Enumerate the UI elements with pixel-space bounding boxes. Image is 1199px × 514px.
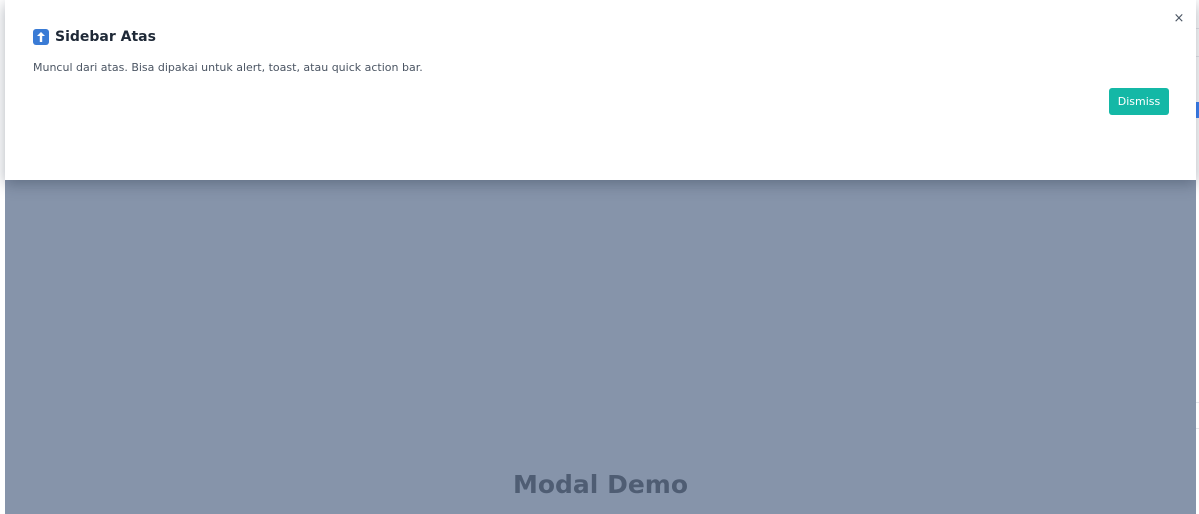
close-button[interactable]: × — [1172, 12, 1186, 26]
panel-description: Muncul dari atas. Bisa dipakai untuk ale… — [33, 61, 423, 74]
arrow-up-icon — [33, 29, 49, 45]
dismiss-button[interactable]: Dismiss — [1109, 88, 1169, 115]
panel-title: Sidebar Atas — [55, 29, 156, 45]
panel-header: Sidebar Atas — [33, 29, 156, 45]
top-sidebar-panel: Sidebar Atas Muncul dari atas. Bisa dipa… — [5, 0, 1196, 180]
page-title: Modal Demo — [512, 470, 689, 499]
